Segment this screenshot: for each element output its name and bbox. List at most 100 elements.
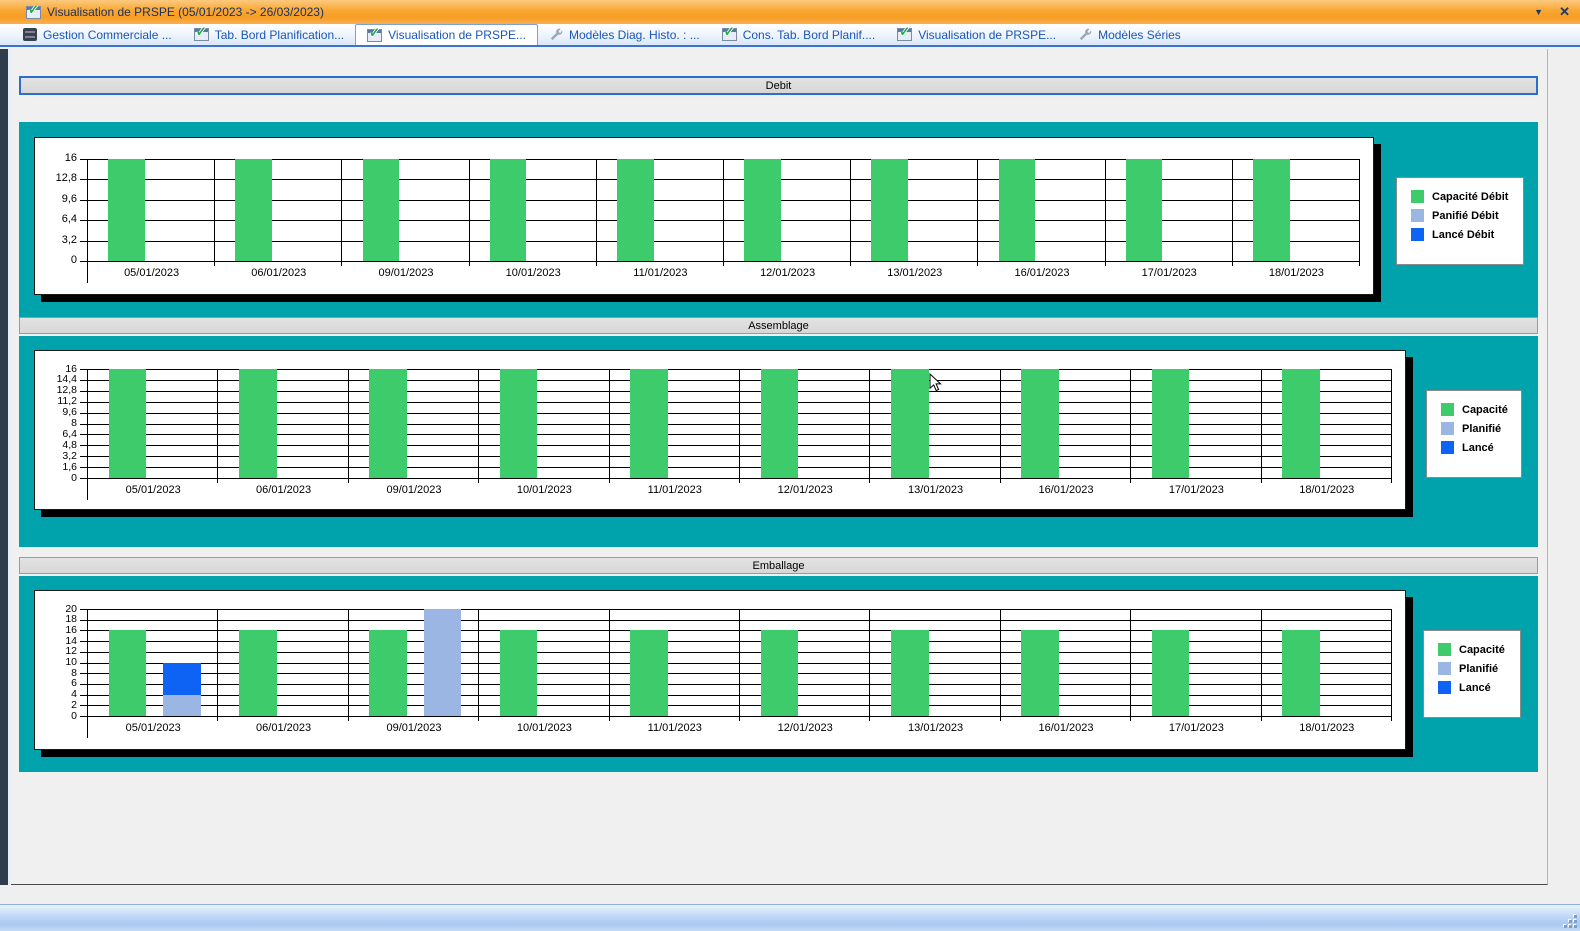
tab-mod-les-diag-histo[interactable]: Modèles Diag. Histo. : ... [538, 24, 711, 45]
legend-swatch [1441, 422, 1454, 435]
x-tick-label: 10/01/2023 [479, 484, 609, 496]
wrench-icon [1078, 28, 1092, 42]
x-tick-label: 10/01/2023 [479, 722, 609, 734]
y-axis-tick [80, 200, 87, 201]
x-axis-tick [723, 261, 724, 266]
y-tick-label: 0 [33, 255, 77, 266]
x-tick-label: 17/01/2023 [1106, 267, 1233, 279]
y-axis-tick [80, 445, 87, 446]
category-cell [1262, 369, 1392, 478]
category-cell [724, 159, 851, 261]
chart-panel: 01,63,24,86,489,611,212,814,41605/01/202… [19, 336, 1538, 547]
x-tick-label: 13/01/2023 [851, 267, 978, 279]
y-tick-label: 0 [33, 711, 77, 722]
x-tick-label: 09/01/2023 [342, 267, 469, 279]
y-tick-label: 8 [33, 668, 77, 679]
y-axis-tick [80, 467, 87, 468]
capacity-bar [617, 159, 654, 261]
section-header-assemblage[interactable]: Assemblage [19, 317, 1538, 334]
category-cell [1001, 369, 1131, 478]
tab-mod-les-s-ries[interactable]: Modèles Séries [1067, 24, 1192, 45]
capacity-bar [1282, 369, 1320, 478]
tab-label: Visualisation de PRSPE... [918, 28, 1056, 42]
capacity-bar [490, 159, 527, 261]
x-axis-tick [596, 261, 597, 266]
x-axis-tick [869, 716, 870, 721]
plot-area: 0246810121416182005/01/202306/01/202309/… [87, 609, 1391, 716]
y-axis-tick [80, 641, 87, 642]
check-calendar-icon: ✓ [722, 28, 737, 41]
x-axis-tick [1105, 261, 1106, 266]
category-cell [610, 369, 740, 478]
tab-label: Modèles Diag. Histo. : ... [569, 28, 700, 42]
capacity-bar [1126, 159, 1163, 261]
capacity-bar [891, 369, 929, 478]
legend-label: Planifié [1462, 423, 1501, 435]
y-axis-tick [80, 391, 87, 392]
y-axis-tick [80, 434, 87, 435]
planned-bar [163, 695, 201, 716]
category-cell [88, 159, 215, 261]
tab-gestion-commerciale[interactable]: Gestion Commerciale ... [12, 24, 183, 45]
legend-swatch [1441, 441, 1454, 454]
y-tick-label: 12,8 [33, 385, 77, 396]
titlebar: ✓ Visualisation de PRSPE (05/01/2023 -> … [0, 0, 1580, 24]
x-tick-label: 13/01/2023 [870, 484, 1000, 496]
chart-section-emballage: Emballage 0246810121416182005/01/202306/… [19, 557, 1538, 574]
category-cell [349, 609, 479, 716]
category-cell [88, 609, 218, 716]
capacity-bar [630, 369, 668, 478]
tab-visualisation-de-prspe[interactable]: ✓Visualisation de PRSPE... [886, 24, 1067, 45]
y-tick-label: 9,6 [33, 407, 77, 418]
category-cell [1001, 609, 1131, 716]
legend-swatch [1438, 681, 1451, 694]
x-axis-tick [217, 716, 218, 721]
chart-legend: CapacitéPlanifiéLancé [1426, 390, 1522, 478]
section-header-debit[interactable]: Debit [19, 76, 1538, 95]
collapse-window-button[interactable]: ▼ [1534, 7, 1543, 17]
legend-swatch [1411, 209, 1424, 222]
y-axis-tick [80, 630, 87, 631]
x-axis-tick [469, 261, 470, 266]
x-tick-label: 17/01/2023 [1131, 484, 1261, 496]
legend-swatch [1411, 190, 1424, 203]
legend-label: Panifié Débit [1432, 210, 1499, 222]
category-cell [978, 159, 1105, 261]
y-axis-tick [80, 716, 87, 717]
y-tick-label: 6,4 [33, 429, 77, 440]
x-tick-label: 11/01/2023 [597, 267, 724, 279]
x-tick-label: 18/01/2023 [1262, 484, 1392, 496]
capacity-bar [500, 369, 538, 478]
x-axis-tick [1000, 478, 1001, 483]
resize-grip[interactable] [1563, 914, 1577, 928]
category-cell [88, 369, 218, 478]
x-axis-tick [478, 478, 479, 483]
tab-label: Gestion Commerciale ... [43, 28, 172, 42]
x-axis-tick [1261, 716, 1262, 721]
cabinet-icon [23, 28, 37, 41]
y-tick-label: 4 [33, 689, 77, 700]
capacity-bar [369, 630, 407, 716]
x-axis-tick [1391, 478, 1392, 483]
y-axis-tick [80, 609, 87, 610]
chart-canvas: 01,63,24,86,489,611,212,814,41605/01/202… [34, 350, 1406, 510]
tab-visualisation-de-prspe[interactable]: ✓Visualisation de PRSPE... [355, 24, 538, 45]
capacity-bar [108, 159, 145, 261]
capacity-bar [891, 630, 929, 716]
y-axis-tick [80, 261, 87, 262]
chart-legend: CapacitéPlanifiéLancé [1423, 630, 1521, 718]
close-window-button[interactable]: ✕ [1559, 4, 1570, 20]
x-tick-label: 16/01/2023 [1001, 484, 1131, 496]
tab-cons-tab-bord-planif[interactable]: ✓Cons. Tab. Bord Planif.... [711, 24, 887, 45]
category-cell [218, 609, 348, 716]
x-axis-tick [348, 478, 349, 483]
y-tick-label: 11,2 [33, 396, 77, 407]
y-axis-tick [80, 179, 87, 180]
tab-tab-bord-planification[interactable]: ✓Tab. Bord Planification... [183, 24, 355, 45]
y-tick-label: 8 [33, 418, 77, 429]
x-axis-tick [739, 716, 740, 721]
check-calendar-icon: ✓ [194, 28, 209, 41]
docked-panel-strip[interactable] [0, 49, 8, 885]
section-header-emballage[interactable]: Emballage [19, 557, 1538, 574]
y-tick-label: 18 [33, 614, 77, 625]
